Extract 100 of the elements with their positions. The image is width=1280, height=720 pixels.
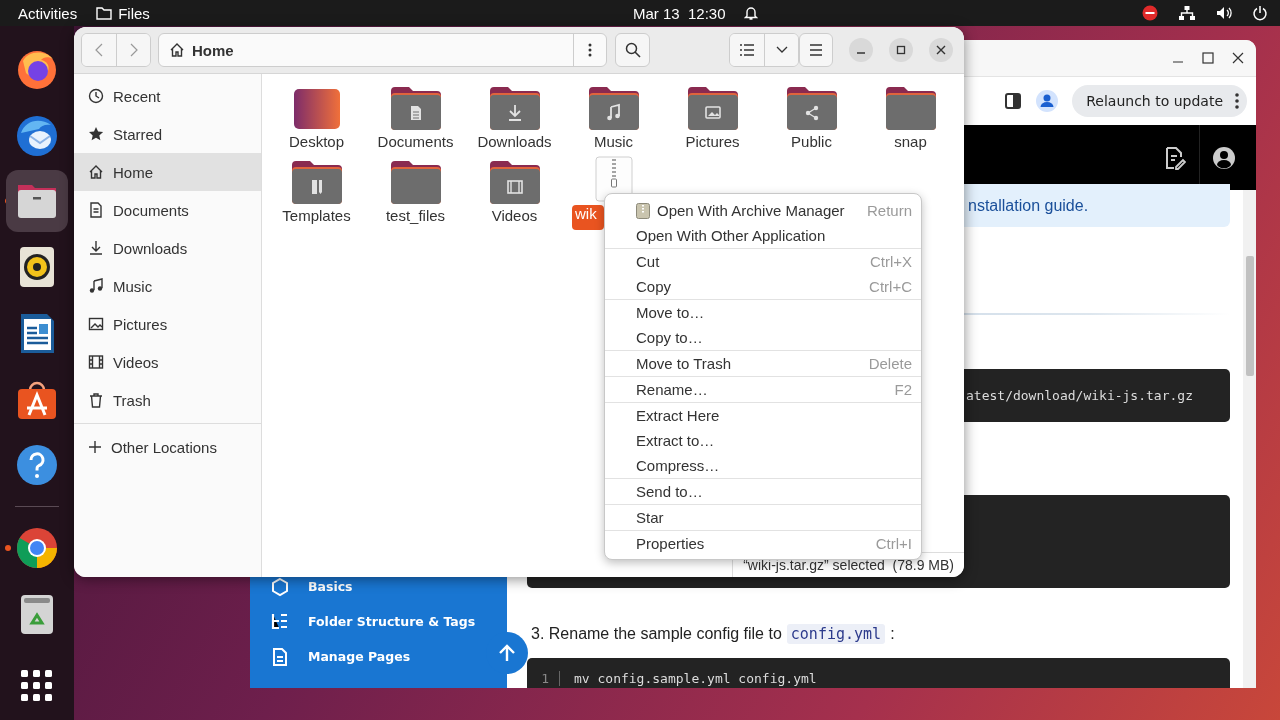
file-name[interactable]: Downloads <box>474 133 555 150</box>
menu-label: Cut <box>636 253 660 270</box>
menu-item[interactable]: Copy Ctrl+C <box>605 274 921 299</box>
templates-folder-icon <box>290 160 343 204</box>
archive-app-icon <box>636 202 650 219</box>
menu-button[interactable] <box>799 33 833 67</box>
file-name[interactable]: wik <box>572 205 604 230</box>
account-icon[interactable] <box>1213 146 1235 169</box>
profile-icon[interactable] <box>1036 90 1059 112</box>
desktop-folder-icon <box>292 88 341 130</box>
help-icon <box>15 443 59 487</box>
sidebar-item[interactable]: Music <box>74 267 261 305</box>
step-text: 3. Rename the sample config file to <box>531 624 782 643</box>
shortcut-text: Ctrl+C <box>869 278 912 295</box>
step-text: : <box>890 624 895 643</box>
file-name[interactable]: Music <box>590 133 637 150</box>
maximize-icon[interactable] <box>1202 52 1214 64</box>
menu-item[interactable]: Open With Archive Manager Return <box>605 198 921 223</box>
menu-label: Open With Other Application <box>636 227 826 244</box>
menu-label: Compress… <box>636 457 720 474</box>
menu-item[interactable]: Star <box>605 505 921 530</box>
file-name[interactable]: Pictures <box>682 133 743 150</box>
tree-structure-icon <box>270 611 290 632</box>
do-not-disturb-icon[interactable] <box>1142 5 1158 21</box>
folder-icon <box>884 86 937 130</box>
minimize-button[interactable] <box>849 38 873 62</box>
list-view-icon <box>740 44 754 56</box>
download-icon <box>88 240 104 256</box>
power-icon[interactable] <box>1252 5 1268 21</box>
maximize-button[interactable] <box>889 38 913 62</box>
menu-item[interactable]: Rename… F2 <box>605 377 921 402</box>
menu-item[interactable]: Copy to… <box>605 325 921 350</box>
close-icon[interactable] <box>1232 52 1244 64</box>
sidebar-item[interactable]: Home <box>74 153 261 191</box>
file-name[interactable]: Templates <box>279 207 354 224</box>
sidebar-item[interactable]: Starred <box>74 115 261 153</box>
sidebar-item[interactable]: Pictures <box>74 305 261 343</box>
sidebar-item[interactable]: Other Locations <box>74 428 261 466</box>
kebab-menu-icon <box>1235 93 1239 109</box>
relaunch-button[interactable]: Relaunch to update <box>1072 85 1247 117</box>
menu-item[interactable]: Cut Ctrl+X <box>605 249 921 274</box>
app-grid-icon[interactable] <box>21 670 53 702</box>
path-button[interactable]: Home <box>159 40 240 60</box>
sidebar-item[interactable]: Recent <box>74 77 261 115</box>
volume-icon[interactable] <box>1216 5 1232 21</box>
nav-link[interactable]: Basics <box>308 579 353 594</box>
file-name[interactable]: Videos <box>488 207 541 224</box>
network-icon[interactable] <box>1178 5 1196 21</box>
nav-link[interactable]: Folder Structure & Tags <box>308 614 476 629</box>
line-number: 1 <box>527 671 560 686</box>
film-icon <box>88 354 104 370</box>
file-name[interactable]: Public <box>788 133 835 150</box>
home-icon <box>88 164 104 180</box>
file-name[interactable]: snap <box>891 133 930 150</box>
edit-page-icon[interactable] <box>1164 145 1186 170</box>
trash-icon <box>88 392 104 408</box>
shortcut-text: F2 <box>894 381 912 398</box>
activities-button[interactable]: Activities <box>18 4 78 22</box>
scrollbar[interactable] <box>1243 190 1256 688</box>
music-folder-icon <box>587 86 640 130</box>
app-name[interactable]: Files <box>118 4 150 22</box>
search-icon <box>624 42 641 58</box>
menu-item[interactable]: Send to… <box>605 479 921 504</box>
page-icon <box>270 646 290 667</box>
location-bar[interactable]: Home <box>158 33 607 67</box>
documents-folder-icon <box>389 86 442 130</box>
file-name[interactable]: Desktop <box>286 133 347 150</box>
shared-folder-icon <box>785 86 838 130</box>
close-icon <box>936 45 946 55</box>
menu-label: Star <box>636 509 664 526</box>
shortcut-text: Ctrl+I <box>875 535 912 552</box>
web-browser-icon <box>15 526 59 570</box>
menu-item[interactable]: Move to Trash Delete <box>605 351 921 376</box>
mail-client-icon <box>15 113 59 157</box>
search-button[interactable] <box>615 33 650 67</box>
shortcut-text: Ctrl+X <box>869 253 912 270</box>
menu-label: Rename… <box>636 381 708 398</box>
file-name[interactable]: Documents <box>374 133 457 150</box>
menu-item[interactable]: Compress… <box>605 453 921 478</box>
dock-item[interactable] <box>6 170 68 232</box>
menu-label: Extract Here <box>636 407 720 424</box>
menu-item[interactable]: Extract Here <box>605 403 921 428</box>
pictures-folder-icon <box>686 86 739 130</box>
music-note-icon <box>88 278 104 294</box>
clock[interactable]: Mar 13 12:30 <box>633 4 726 22</box>
file-name[interactable]: test_files <box>382 207 449 224</box>
menu-label: Copy to… <box>636 329 703 346</box>
folder-icon <box>96 6 113 20</box>
menu-item[interactable]: Move to… <box>605 300 921 325</box>
close-button[interactable] <box>929 38 953 62</box>
sidebar-item[interactable]: Videos <box>74 343 261 381</box>
sidebar-item[interactable]: Documents <box>74 191 261 229</box>
menu-item[interactable]: Open With Other Application <box>605 223 921 248</box>
downloads-folder-icon <box>488 86 541 130</box>
sidebar-item[interactable]: Downloads <box>74 229 261 267</box>
nav-link[interactable]: Manage Pages <box>308 649 411 664</box>
sidebar-item[interactable]: Trash <box>74 381 261 419</box>
inline-code: config.yml <box>786 623 886 644</box>
sidebar-toggle-icon[interactable] <box>1004 92 1023 110</box>
menu-item[interactable]: Extract to… <box>605 428 921 453</box>
